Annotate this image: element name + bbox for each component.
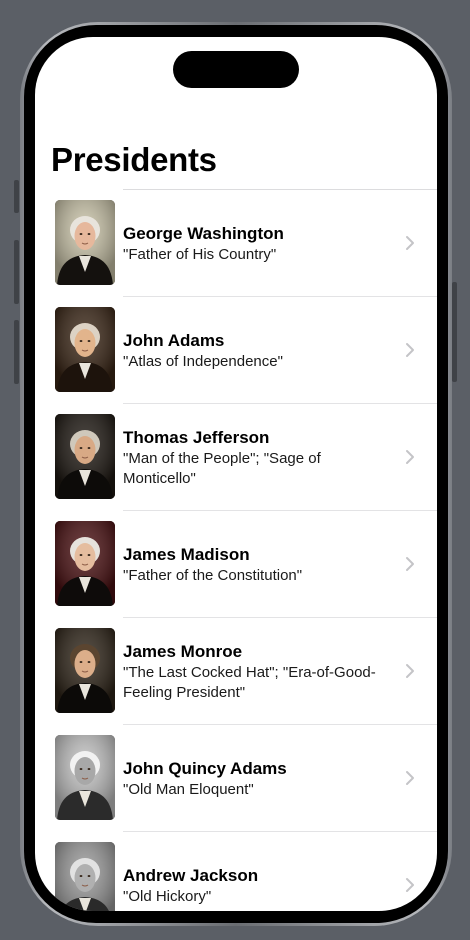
list-item[interactable]: John Adams "Atlas of Independence" (35, 297, 437, 404)
president-nickname: "Father of the Constitution" (123, 566, 303, 584)
president-name: Thomas Jefferson (123, 427, 270, 447)
president-name: Andrew Jackson (123, 865, 259, 885)
president-nickname: "Father of His Country" (123, 245, 277, 263)
president-nickname: "Old Hickory" (123, 887, 212, 905)
president-nickname: "Man of the People"; "Sage of Monticello… (123, 449, 321, 487)
chevron-right-icon (406, 343, 414, 357)
president-text: John Quincy Adams "Old Man Eloquent" (123, 725, 391, 832)
list-item[interactable]: Andrew Jackson "Old Hickory" (35, 832, 437, 911)
portrait-thumbnail (55, 307, 115, 392)
portrait-thumbnail (55, 842, 115, 911)
portrait-thumbnail (55, 414, 115, 499)
president-name: John Adams (123, 330, 225, 350)
portrait-thumbnail (55, 628, 115, 713)
president-nickname: "The Last Cocked Hat"; "Era-of-Good-Feel… (123, 663, 376, 701)
president-text: James Monroe "The Last Cocked Hat"; "Era-… (123, 618, 391, 725)
president-text: Thomas Jefferson "Man of the People"; "Sa… (123, 404, 391, 511)
page-title: Presidents (51, 141, 217, 178)
president-nickname: "Old Man Eloquent" (123, 780, 254, 798)
dynamic-island (173, 51, 299, 88)
chevron-right-icon (406, 878, 414, 892)
president-name: John Quincy Adams (123, 758, 287, 778)
president-text: George Washington "Father of His Country" (123, 190, 391, 297)
chevron-right-icon (406, 557, 414, 571)
list-item[interactable]: George Washington "Father of His Country" (35, 190, 437, 297)
portrait-thumbnail (55, 735, 115, 820)
list-item[interactable]: Thomas Jefferson "Man of the People"; "Sa… (35, 404, 437, 511)
president-text: John Adams "Atlas of Independence" (123, 297, 391, 404)
president-text: Andrew Jackson "Old Hickory" (123, 832, 391, 911)
president-nickname: "Atlas of Independence" (123, 352, 283, 370)
chevron-right-icon (406, 450, 414, 464)
screen: Presidents George Washington "Father of H… (35, 37, 437, 911)
president-name: James Madison (123, 544, 250, 564)
president-name: James Monroe (123, 641, 243, 661)
chevron-right-icon (406, 771, 414, 785)
list-item[interactable]: James Monroe "The Last Cocked Hat"; "Era-… (35, 618, 437, 725)
chevron-right-icon (406, 664, 414, 678)
list-item[interactable]: James Madison "Father of the Constitution… (35, 511, 437, 618)
list-item[interactable]: John Quincy Adams "Old Man Eloquent" (35, 725, 437, 832)
volume-up-button (14, 240, 19, 304)
action-button (14, 180, 19, 213)
chevron-right-icon (406, 236, 414, 250)
presidents-list: George Washington "Father of His Country"… (35, 190, 437, 911)
volume-down-button (14, 320, 19, 384)
portrait-thumbnail (55, 521, 115, 606)
president-name: George Washington (123, 223, 284, 243)
portrait-thumbnail (55, 200, 115, 285)
president-text: James Madison "Father of the Constitution… (123, 511, 391, 618)
power-button (452, 282, 457, 382)
